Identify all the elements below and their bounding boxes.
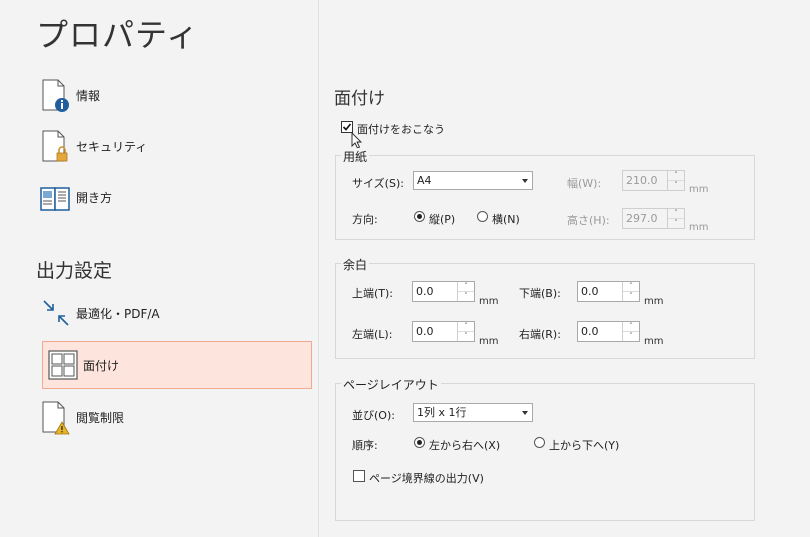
left-to-right-radio[interactable]	[414, 437, 425, 448]
page-border-checkbox[interactable]	[353, 470, 365, 482]
doc-lock-icon	[38, 128, 74, 164]
landscape-radio[interactable]	[477, 211, 488, 222]
arrange-label: 並び(O):	[352, 409, 395, 422]
top-margin-label: 上端(T):	[352, 287, 394, 300]
spin-up-icon[interactable]: ˄	[623, 322, 639, 332]
nav-item-label: 情報	[76, 88, 101, 103]
panel-heading: 面付け	[334, 89, 385, 109]
left-margin-spinner[interactable]: 0.0 ˄ ˅	[412, 321, 475, 342]
spinner-buttons: ˄ ˅	[667, 209, 684, 228]
page-border-label[interactable]: ページ境界線の出力(V)	[369, 470, 484, 486]
height-spinner[interactable]: 297.0 ˄ ˅	[622, 208, 685, 229]
spinner-buttons: ˄ ˅	[457, 282, 474, 301]
right-margin-unit: mm	[644, 336, 664, 347]
top-margin-value: 0.0	[416, 285, 434, 298]
height-unit: mm	[689, 222, 709, 233]
height-label: 高さ(H):	[567, 214, 610, 227]
right-margin-value: 0.0	[581, 325, 599, 338]
page-layout-group-title: ページレイアウト	[341, 376, 441, 393]
arrange-select[interactable]: 1列 x 1行	[413, 403, 533, 422]
open-book-icon	[38, 179, 74, 215]
nav-item-label: 最適化・PDF/A	[76, 306, 160, 321]
shrink-arrows-icon	[38, 295, 74, 331]
portrait-radio[interactable]	[414, 211, 425, 222]
left-margin-value: 0.0	[416, 325, 434, 338]
spin-down-icon[interactable]: ˅	[623, 292, 639, 301]
nav-item-view-restriction[interactable]: 閲覧制限	[36, 394, 311, 440]
spin-up-icon[interactable]: ˄	[623, 282, 639, 292]
nav-item-info[interactable]: 情報	[36, 72, 311, 118]
width-spinner[interactable]: 210.0 ˄ ˅	[622, 170, 685, 191]
top-to-bottom-radio[interactable]	[534, 437, 545, 448]
nav-item-open-mode[interactable]: 開き方	[36, 174, 311, 220]
spin-up-icon[interactable]: ˄	[458, 322, 474, 332]
arrange-value: 1列 x 1行	[417, 406, 467, 419]
nav-item-label: 面付け	[83, 358, 120, 373]
check-mark-icon	[342, 123, 352, 131]
nav-item-imposition[interactable]: 面付け	[42, 341, 312, 389]
spin-up-icon[interactable]: ˄	[668, 209, 684, 219]
width-unit: mm	[689, 184, 709, 195]
top-margin-spinner[interactable]: 0.0 ˄ ˅	[412, 281, 475, 302]
bottom-margin-spinner[interactable]: 0.0 ˄ ˅	[577, 281, 640, 302]
nav-item-security[interactable]: セキュリティ	[36, 123, 311, 169]
nav-item-label: セキュリティ	[76, 139, 148, 154]
paper-group-title: 用紙	[341, 148, 370, 165]
bottom-margin-unit: mm	[644, 296, 664, 307]
spin-down-icon[interactable]: ˅	[668, 181, 684, 190]
width-label: 幅(W):	[567, 177, 602, 190]
doc-info-icon	[38, 77, 74, 113]
nav-item-label: 開き方	[76, 190, 113, 205]
grid-layout-icon	[45, 347, 81, 383]
height-value: 297.0	[626, 212, 658, 225]
margin-group	[335, 263, 755, 359]
bottom-margin-label: 下端(B):	[519, 287, 561, 300]
output-settings-heading: 出力設定	[36, 260, 113, 282]
right-margin-spinner[interactable]: 0.0 ˄ ˅	[577, 321, 640, 342]
size-label: サイズ(S):	[352, 177, 404, 190]
left-margin-label: 左端(L):	[352, 328, 393, 341]
width-value: 210.0	[626, 174, 658, 187]
spin-up-icon[interactable]: ˄	[668, 171, 684, 181]
spinner-buttons: ˄ ˅	[667, 171, 684, 190]
spin-down-icon[interactable]: ˅	[668, 219, 684, 228]
margin-group-title: 余白	[341, 256, 370, 273]
spin-down-icon[interactable]: ˅	[623, 332, 639, 341]
left-nav-pane: プロパティ 情報 セキュリティ 開き方 出力設定 最適化・PDF/A 面付け 閲…	[0, 0, 319, 537]
left-to-right-label[interactable]: 左から右へ(X)	[429, 437, 500, 453]
chevron-down-icon	[522, 179, 528, 183]
paper-size-value: A4	[417, 174, 432, 187]
page-layout-group	[335, 383, 755, 521]
right-margin-label: 右端(R):	[519, 328, 561, 341]
orientation-label: 方向:	[352, 213, 378, 226]
spin-up-icon[interactable]: ˄	[458, 282, 474, 292]
page-title: プロパティ	[36, 16, 200, 54]
spinner-buttons: ˄ ˅	[457, 322, 474, 341]
portrait-label[interactable]: 縦(P)	[429, 211, 455, 227]
spin-down-icon[interactable]: ˅	[458, 332, 474, 341]
nav-item-label: 閲覧制限	[76, 410, 125, 425]
nav-item-optimize[interactable]: 最適化・PDF/A	[36, 290, 311, 336]
left-margin-unit: mm	[479, 336, 499, 347]
bottom-margin-value: 0.0	[581, 285, 599, 298]
enable-imposition-label[interactable]: 面付けをおこなう	[357, 121, 445, 137]
doc-warning-icon	[38, 399, 74, 435]
top-margin-unit: mm	[479, 296, 499, 307]
spin-down-icon[interactable]: ˅	[458, 292, 474, 301]
paper-size-select[interactable]: A4	[413, 171, 533, 190]
spinner-buttons: ˄ ˅	[622, 282, 639, 301]
landscape-label[interactable]: 横(N)	[492, 211, 520, 227]
order-label: 順序:	[352, 439, 378, 452]
top-to-bottom-label[interactable]: 上から下へ(Y)	[549, 437, 619, 453]
spinner-buttons: ˄ ˅	[622, 322, 639, 341]
chevron-down-icon	[522, 411, 528, 415]
